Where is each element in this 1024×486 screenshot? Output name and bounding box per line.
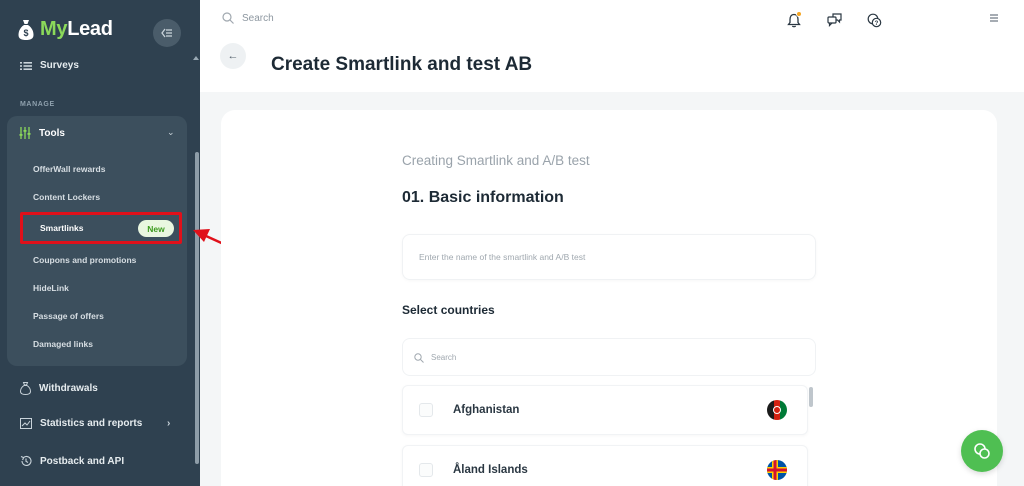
- sidebar-item-label: Withdrawals: [39, 383, 98, 394]
- help-chat-icon: ?: [867, 13, 881, 27]
- svg-text:?: ?: [874, 20, 878, 26]
- country-row-afghanistan[interactable]: Afghanistan: [402, 385, 808, 435]
- search-placeholder: Search: [242, 12, 274, 24]
- country-checkbox[interactable]: [419, 463, 433, 477]
- support-chat-fab[interactable]: [961, 430, 1003, 472]
- page-header: ← Create Smartlink and test AB: [200, 40, 1024, 92]
- sidebar-subitem-damaged-links[interactable]: Damaged links: [33, 339, 93, 349]
- sidebar-subitem-passage-of-offers[interactable]: Passage of offers: [33, 311, 104, 321]
- search-icon: [222, 12, 234, 24]
- sidebar-scrollbar[interactable]: [195, 152, 199, 464]
- logo-text-my: My: [40, 18, 68, 40]
- sidebar-item-surveys[interactable]: Surveys: [20, 60, 79, 71]
- chevron-down-icon[interactable]: ⌄: [167, 127, 175, 138]
- history-icon: [20, 455, 32, 466]
- sidebar-subitem-smartlinks[interactable]: Smartlinks: [40, 223, 83, 233]
- country-search: [402, 338, 816, 376]
- arrow-left-icon: ←: [227, 50, 239, 62]
- notification-dot: [796, 11, 802, 17]
- search-icon: [414, 353, 424, 363]
- chat-icon: [826, 13, 842, 27]
- section-title: 01. Basic information: [402, 189, 564, 206]
- sidebar-item-label: Surveys: [40, 60, 79, 71]
- form-card: Creating Smartlink and A/B test 01. Basi…: [221, 110, 997, 486]
- money-bag-icon: $: [18, 19, 34, 40]
- back-button[interactable]: ←: [220, 43, 246, 69]
- list-icon: [20, 61, 32, 70]
- chat-bubbles-icon: [974, 443, 990, 459]
- new-badge: New: [138, 220, 174, 237]
- page-title: Create Smartlink and test AB: [271, 54, 533, 75]
- country-checkbox[interactable]: [419, 403, 433, 417]
- sidebar-subitem-hidelink[interactable]: HideLink: [33, 283, 69, 293]
- svg-text:$: $: [23, 28, 28, 38]
- countries-scrollbar[interactable]: [809, 387, 813, 407]
- collapse-sidebar-button[interactable]: [153, 19, 181, 47]
- global-search[interactable]: Search: [222, 12, 274, 24]
- country-search-input[interactable]: [431, 339, 801, 375]
- sidebar-item-withdrawals[interactable]: Withdrawals: [20, 382, 98, 395]
- sliders-icon: [19, 127, 31, 139]
- sidebar-item-label: Postback and API: [40, 455, 125, 467]
- sidebar-subitem-coupons[interactable]: Coupons and promotions: [33, 255, 136, 265]
- hamburger-menu-icon[interactable]: [989, 13, 999, 23]
- logo-text-lead: Lead: [67, 18, 113, 40]
- money-bag-icon: [20, 382, 31, 395]
- notifications-button[interactable]: [785, 11, 803, 29]
- sidebar-item-statistics[interactable]: Statistics and reports ›: [20, 418, 180, 429]
- country-name: Åland Islands: [453, 464, 528, 476]
- country-row-aland-islands[interactable]: Åland Islands: [402, 445, 808, 486]
- mylead-logo[interactable]: $ MyLead: [18, 18, 113, 41]
- smartlink-name-input[interactable]: [402, 234, 816, 280]
- sidebar-item-tools[interactable]: Tools: [19, 127, 65, 139]
- sidebar-item-postback[interactable]: Postback and API: [20, 455, 124, 467]
- chevron-right-icon: ›: [167, 418, 171, 429]
- messages-button[interactable]: [825, 11, 843, 29]
- section-label-manage: MANAGE: [20, 101, 55, 108]
- sidebar-subitem-offerwall-rewards[interactable]: OfferWall rewards: [33, 164, 105, 174]
- chart-icon: [20, 418, 32, 429]
- collapse-menu-icon: [161, 28, 172, 38]
- sidebar-item-label: Statistics and reports: [40, 418, 143, 429]
- country-name: Afghanistan: [453, 404, 520, 416]
- form-subtitle: Creating Smartlink and A/B test: [402, 153, 590, 168]
- afghanistan-flag-icon: [767, 400, 787, 420]
- topbar: Search ?: [200, 0, 1024, 40]
- sidebar-item-label: Tools: [39, 127, 65, 139]
- support-button[interactable]: ?: [865, 11, 883, 29]
- aland-islands-flag-icon: [767, 460, 787, 480]
- select-countries-label: Select countries: [402, 303, 495, 317]
- sidebar-subitem-content-lockers[interactable]: Content Lockers: [33, 192, 100, 202]
- sidebar-scroll-up-icon[interactable]: [193, 56, 199, 60]
